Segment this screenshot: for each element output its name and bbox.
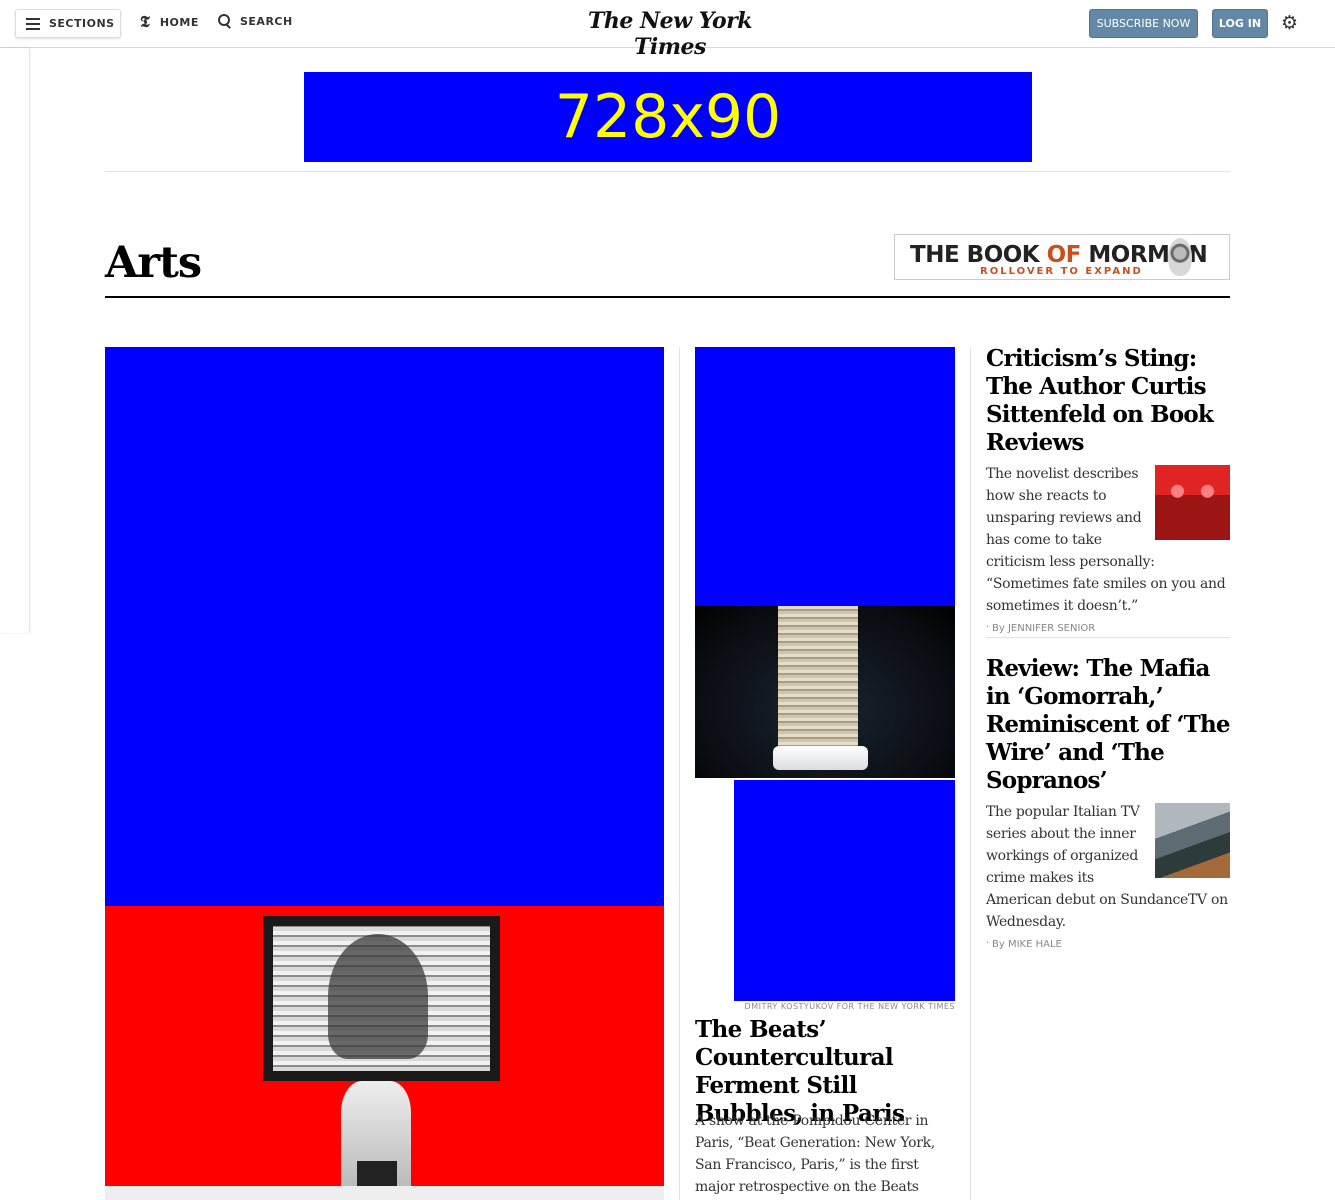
tv-screen	[273, 926, 490, 1071]
login-button[interactable]: LOG IN	[1212, 9, 1268, 38]
section-title: Arts	[105, 238, 202, 288]
divider	[105, 171, 1230, 172]
emblem-icon	[1168, 238, 1192, 276]
story-byline: By MIKE HALE	[986, 933, 1230, 950]
ad-placeholder-medium[interactable]	[695, 347, 955, 606]
figure-legs	[357, 1161, 397, 1186]
image-bottom-edge	[105, 1186, 664, 1200]
story-body: The popular Italian TV series about the …	[986, 801, 1230, 950]
home-label: HOME	[159, 15, 199, 29]
ad-placeholder-tall[interactable]	[105, 347, 664, 906]
story-thumbnail[interactable]	[1155, 465, 1230, 540]
search-button[interactable]: SEARCH	[218, 14, 293, 29]
column-divider	[679, 347, 680, 1200]
story-summary: A show at the Pompidou Center in Paris, …	[695, 1113, 935, 1195]
scroll-paper	[778, 606, 858, 766]
story-card: Review: The Mafia in ‘Gomorrah,’ Reminis…	[986, 655, 1231, 950]
column-divider	[970, 347, 971, 1200]
collapsed-sidebar	[0, 48, 29, 633]
story-byline: By JENNIFER SENIOR	[986, 617, 1230, 634]
photo-credit: DMITRY KOSTYUKOV FOR THE NEW YORK TIMES	[744, 1002, 955, 1011]
story-body: The novelist describes how she reacts to…	[986, 463, 1230, 634]
story-divider	[986, 637, 1230, 638]
story-thumbnail[interactable]	[1155, 803, 1230, 878]
scroll-roll	[773, 746, 868, 770]
scroll-photo[interactable]	[695, 606, 955, 778]
masthead-logo[interactable]: The New York Times	[560, 8, 780, 60]
gear-icon[interactable]: ⚙	[1281, 13, 1298, 33]
hamburger-icon	[26, 18, 40, 30]
lead-story-image[interactable]	[105, 906, 664, 1186]
book-of-mormon-ad[interactable]: THE BOOK OF MORMON ROLLOVER TO EXPAND	[894, 234, 1230, 280]
search-label: SEARCH	[240, 15, 293, 28]
top-navigation-bar: SECTIONS 𝕿 HOME SEARCH The New York Time…	[0, 0, 1335, 60]
promo-title-part: OF	[1046, 242, 1089, 268]
sections-button[interactable]: SECTIONS	[15, 9, 121, 38]
promo-title: THE BOOK OF MORMON	[910, 242, 1208, 268]
silhouette	[328, 934, 428, 1059]
promo-title-part: THE BOOK	[910, 242, 1047, 268]
story-headline[interactable]: Criticism’s Sting: The Author Curtis Sit…	[986, 345, 1230, 457]
story-card: Criticism’s Sting: The Author Curtis Sit…	[986, 345, 1230, 634]
tv-illustration	[263, 916, 500, 1081]
sections-label: SECTIONS	[49, 17, 115, 30]
story-headline[interactable]: Review: The Mafia in ‘Gomorrah,’ Reminis…	[986, 655, 1231, 795]
subscribe-button[interactable]: SUBSCRIBE NOW	[1089, 9, 1198, 38]
leaderboard-ad[interactable]: 728x90	[304, 72, 1032, 162]
section-rule	[105, 296, 1230, 298]
search-icon	[218, 14, 232, 29]
promo-subtitle: ROLLOVER TO EXPAND	[980, 266, 1143, 277]
ad-placeholder-square[interactable]	[734, 780, 955, 1001]
nyt-t-icon: 𝕿	[140, 12, 150, 31]
home-link[interactable]: 𝕿 HOME	[140, 14, 199, 30]
